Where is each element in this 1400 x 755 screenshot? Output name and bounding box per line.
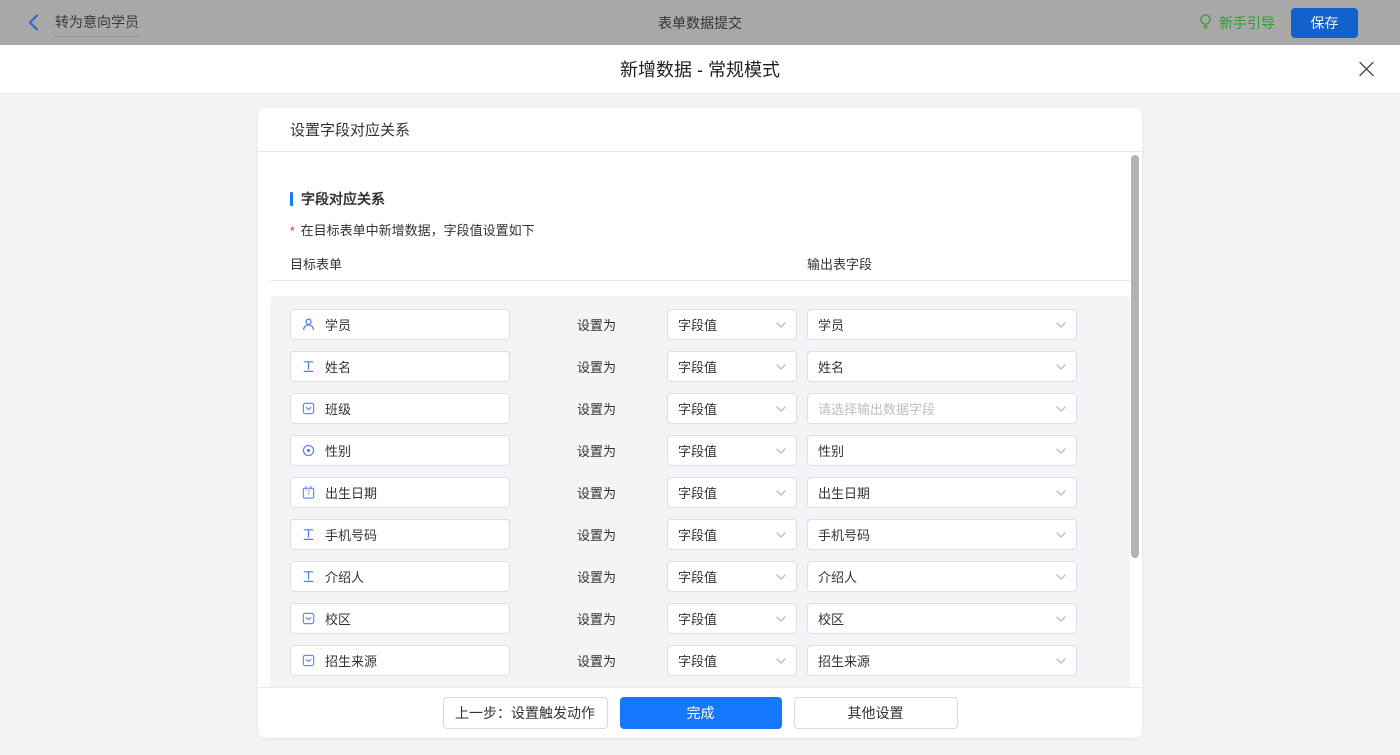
user-icon — [301, 317, 316, 332]
select-icon — [301, 611, 316, 626]
column-header-output-fields: 输出表字段 — [807, 257, 873, 272]
chevron-down-icon — [1056, 321, 1066, 328]
target-field-box[interactable]: 招生来源 — [290, 645, 510, 676]
chevron-down-icon — [776, 573, 786, 580]
chevron-down-icon — [776, 447, 786, 454]
output-field-dropdown[interactable]: 学员 — [807, 309, 1077, 340]
value-type-dropdown[interactable]: 字段值 — [667, 351, 797, 382]
field-mapping-row: 7 出生日期 设置为 字段值 出生日期 — [290, 477, 1130, 508]
topbar: 转为意向学员 表单数据提交 新手引导 保存 — [0, 0, 1400, 45]
chevron-down-icon — [1056, 615, 1066, 622]
value-type-dropdown[interactable]: 字段值 — [667, 393, 797, 424]
set-as-label: 设置为 — [577, 570, 617, 585]
chevron-down-icon — [1056, 657, 1066, 664]
set-as-label: 设置为 — [577, 444, 617, 459]
value-type-dropdown[interactable]: 字段值 — [667, 645, 797, 676]
chevron-down-icon — [1056, 531, 1066, 538]
close-icon[interactable] — [1358, 61, 1375, 78]
chevron-down-icon — [776, 615, 786, 622]
topbar-title: 表单数据提交 — [658, 14, 742, 31]
output-field-dropdown[interactable]: 手机号码 — [807, 519, 1077, 550]
text-icon — [301, 359, 316, 374]
field-mapping-row: 班级 设置为 字段值 请选择输出数据字段 — [290, 393, 1130, 424]
header-divider — [270, 280, 1130, 281]
chevron-down-icon — [776, 321, 786, 328]
target-field-box[interactable]: 7 出生日期 — [290, 477, 510, 508]
set-as-label: 设置为 — [577, 318, 617, 333]
field-mapping-row: 性别 设置为 字段值 性别 — [290, 435, 1130, 466]
field-mapping-row: 校区 设置为 字段值 校区 — [290, 603, 1130, 634]
target-field-box[interactable]: 手机号码 — [290, 519, 510, 550]
field-mapping-panel: 设置字段对应关系 字段对应关系 * 在目标表单中新增数据，字段值设置如下 目标表… — [258, 108, 1142, 738]
set-as-label: 设置为 — [577, 360, 617, 375]
radio-icon — [301, 443, 316, 458]
chevron-down-icon — [776, 363, 786, 370]
other-settings-button[interactable]: 其他设置 — [793, 697, 958, 729]
text-icon — [301, 527, 316, 542]
output-field-dropdown[interactable]: 姓名 — [807, 351, 1077, 382]
modal-title: 新增数据 - 常规模式 — [620, 60, 780, 80]
output-field-dropdown[interactable]: 介绍人 — [807, 561, 1077, 592]
section-title: 字段对应关系 — [290, 189, 1110, 209]
chevron-down-icon — [1056, 363, 1066, 370]
target-field-box[interactable]: 性别 — [290, 435, 510, 466]
value-type-dropdown[interactable]: 字段值 — [667, 435, 797, 466]
chevron-down-icon — [776, 405, 786, 412]
vertical-scrollbar-thumb[interactable] — [1131, 155, 1139, 558]
chevron-down-icon — [1056, 405, 1066, 412]
set-as-label: 设置为 — [577, 612, 617, 627]
target-field-box[interactable]: 姓名 — [290, 351, 510, 382]
text-icon — [301, 569, 316, 584]
section-hint: * 在目标表单中新增数据，字段值设置如下 — [290, 223, 535, 238]
output-field-dropdown[interactable]: 请选择输出数据字段 — [807, 393, 1077, 424]
target-field-box[interactable]: 班级 — [290, 393, 510, 424]
select-icon — [301, 653, 316, 668]
field-mapping-rows: 学员 设置为 字段值 学员 姓名 设置为 字段值 姓名 班级 设置为 字段值 请… — [270, 296, 1130, 687]
select-icon — [301, 401, 316, 416]
chevron-down-icon — [776, 657, 786, 664]
chevron-down-icon — [1056, 489, 1066, 496]
panel-header: 设置字段对应关系 — [258, 108, 1142, 152]
value-type-dropdown[interactable]: 字段值 — [667, 477, 797, 508]
value-type-dropdown[interactable]: 字段值 — [667, 561, 797, 592]
set-as-label: 设置为 — [577, 654, 617, 669]
field-mapping-row: 手机号码 设置为 字段值 手机号码 — [290, 519, 1130, 550]
chevron-down-icon — [1056, 447, 1066, 454]
modal-titlebar: 新增数据 - 常规模式 — [0, 45, 1400, 94]
field-mapping-row: 介绍人 设置为 字段值 介绍人 — [290, 561, 1130, 592]
panel-scroll-area[interactable]: 字段对应关系 * 在目标表单中新增数据，字段值设置如下 目标表单 输出表字段 学… — [258, 153, 1142, 687]
save-button[interactable]: 保存 — [1291, 7, 1358, 38]
output-field-dropdown[interactable]: 校区 — [807, 603, 1077, 634]
set-as-label: 设置为 — [577, 402, 617, 417]
field-mapping-row: 姓名 设置为 字段值 姓名 — [290, 351, 1130, 382]
previous-step-button[interactable]: 上一步：设置触发动作 — [442, 697, 608, 729]
target-field-box[interactable]: 学员 — [290, 309, 510, 340]
output-field-dropdown[interactable]: 招生来源 — [807, 645, 1077, 676]
target-field-box[interactable]: 介绍人 — [290, 561, 510, 592]
chevron-down-icon — [776, 489, 786, 496]
field-mapping-row: 招生来源 设置为 字段值 招生来源 — [290, 645, 1130, 676]
output-field-dropdown[interactable]: 性别 — [807, 435, 1077, 466]
beginner-guide-link[interactable]: 新手引导 — [1198, 13, 1275, 33]
set-as-label: 设置为 — [577, 486, 617, 501]
value-type-dropdown[interactable]: 字段值 — [667, 603, 797, 634]
chevron-down-icon — [1056, 573, 1066, 580]
set-as-label: 设置为 — [577, 528, 617, 543]
section-accent-bar — [290, 192, 293, 206]
finish-button[interactable]: 完成 — [619, 697, 782, 729]
column-header-target-form: 目标表单 — [290, 257, 343, 272]
svg-text:7: 7 — [307, 491, 311, 498]
panel-footer: 上一步：设置触发动作 完成 其他设置 — [258, 687, 1142, 738]
value-type-dropdown[interactable]: 字段值 — [667, 519, 797, 550]
lightbulb-icon — [1198, 13, 1213, 33]
field-mapping-row: 学员 设置为 字段值 学员 — [290, 309, 1130, 340]
output-field-dropdown[interactable]: 出生日期 — [807, 477, 1077, 508]
calendar-icon: 7 — [301, 485, 316, 500]
target-field-box[interactable]: 校区 — [290, 603, 510, 634]
required-asterisk: * — [290, 223, 295, 238]
column-headers: 目标表单 输出表字段 — [290, 254, 1110, 272]
chevron-down-icon — [776, 531, 786, 538]
value-type-dropdown[interactable]: 字段值 — [667, 309, 797, 340]
